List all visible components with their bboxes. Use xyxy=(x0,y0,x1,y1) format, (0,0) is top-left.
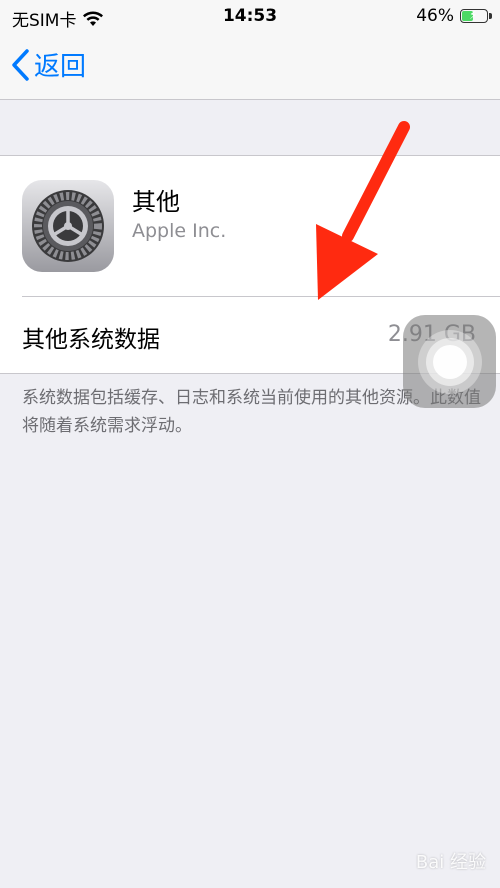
back-button[interactable]: 返回 xyxy=(10,46,86,83)
chevron-left-icon xyxy=(12,48,29,81)
back-label: 返回 xyxy=(34,52,87,82)
status-right: 46% ⚡ xyxy=(416,6,492,26)
app-name: 其他 xyxy=(132,188,180,216)
battery-percent: 46% xyxy=(416,6,454,26)
navigation-bar: 返回 xyxy=(0,34,500,100)
app-vendor: Apple Inc. xyxy=(132,220,227,242)
assistive-touch-icon xyxy=(432,344,467,379)
status-bar: 无SIM卡 14:53 46% ⚡ xyxy=(0,0,500,34)
gear-icon xyxy=(32,190,104,262)
watermark-logo: Bai 经验 xyxy=(415,852,486,873)
row-divider xyxy=(22,296,500,297)
charging-bolt-icon: ⚡ xyxy=(469,8,478,22)
battery-icon: ⚡ xyxy=(460,8,492,23)
red-arrow-annotation xyxy=(316,121,410,300)
assistive-touch-button[interactable] xyxy=(403,315,496,408)
settings-app-icon xyxy=(22,180,114,272)
storage-row-label: 其他系统数据 xyxy=(22,327,160,353)
